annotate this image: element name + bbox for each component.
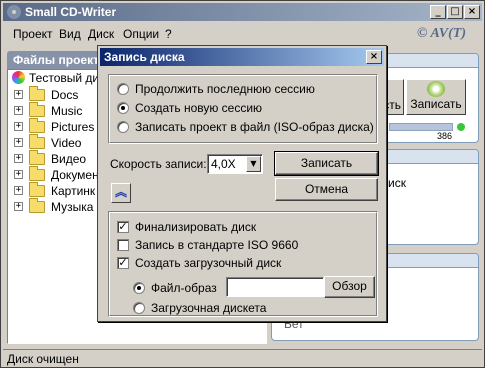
cd-disc-icon [12, 71, 25, 84]
expand-icon[interactable]: + [14, 154, 23, 163]
speed-select[interactable]: 4,0X ▼ [207, 154, 263, 174]
checkbox-icon[interactable]: ✓ [117, 221, 129, 233]
tree-item-label: Картинк [51, 184, 96, 198]
project-files-header: Файлы проект [7, 51, 107, 69]
cancel-button[interactable]: Отмена [275, 178, 378, 201]
radio-icon[interactable] [117, 83, 129, 95]
folder-icon [29, 134, 45, 149]
radio-label: Загрузочная дискета [151, 301, 267, 315]
status-dot-icon [457, 123, 465, 131]
folder-icon [29, 102, 45, 117]
dialog-close-button[interactable]: × [366, 50, 382, 64]
status-text: Диск очищен [7, 352, 79, 366]
dialog-title: Запись диска [104, 50, 185, 64]
folder-icon [29, 166, 45, 181]
radio-icon[interactable] [133, 302, 145, 314]
expand-icon[interactable]: + [14, 202, 23, 211]
options-group: ✓ Финализировать диск Запись в стандарте… [108, 211, 378, 317]
radio-label: Файл-образ [151, 281, 217, 295]
expand-icon[interactable]: + [14, 122, 23, 131]
checkbox-label: Финализировать диск [135, 220, 257, 234]
radio-label: Создать новую сессию [135, 101, 263, 115]
menu-view[interactable]: Вид [59, 27, 81, 41]
folder-icon [29, 86, 45, 101]
maximize-button[interactable]: □ [447, 5, 463, 19]
radio-label: Записать проект в файл (ISO-образ диска) [135, 120, 374, 134]
checkbox-icon[interactable] [117, 239, 129, 251]
tree-item-label: Видео [51, 152, 87, 166]
speed-label: Скорость записи: [110, 157, 207, 171]
tree-item-label: Video [51, 136, 82, 150]
expand-icon[interactable]: + [14, 138, 23, 147]
tree-item-label: Докумен [51, 168, 99, 182]
menu-bar: Проект Вид Диск Опции ? © AV(T) [3, 23, 482, 43]
tree-item-label: Docs [51, 88, 79, 102]
expand-icon[interactable]: + [14, 170, 23, 179]
chevron-up-icon[interactable]: ︽ [111, 183, 131, 203]
tree-item-label: Музыка [51, 200, 94, 214]
brand-label: © AV(T) [417, 26, 466, 41]
session-group: Продолжить последнюю сессию Создать нову… [108, 74, 378, 144]
browse-button[interactable]: Обзор [324, 276, 375, 298]
menu-help[interactable]: ? [165, 27, 172, 41]
image-path-input[interactable] [226, 277, 324, 297]
menu-options[interactable]: Опции [123, 27, 159, 41]
disk-info-text: иск [388, 176, 406, 190]
capacity-value: 386 [437, 131, 453, 141]
capacity-bar [389, 123, 453, 131]
checkbox-icon[interactable]: ✓ [117, 257, 129, 269]
close-button[interactable]: × [464, 5, 480, 19]
burn-button[interactable]: Записать [274, 151, 379, 176]
menu-project[interactable]: Проект [13, 27, 53, 41]
folder-icon [29, 182, 45, 197]
checkbox-label: Создать загрузочный диск [135, 256, 282, 270]
dialog-title-bar: Запись диска × [100, 48, 384, 66]
folder-icon [29, 150, 45, 165]
checkbox-label: Запись в стандарте ISO 9660 [135, 238, 299, 252]
tree-root[interactable]: Тестовый ди [12, 71, 99, 86]
app-cd-icon [7, 5, 21, 19]
expand-icon[interactable]: + [14, 186, 23, 195]
tree-item-label: Music [51, 104, 83, 118]
burn-dialog: Запись диска × Продолжить последнюю сесс… [97, 45, 387, 322]
minimize-button[interactable]: _ [430, 5, 446, 19]
speed-value: 4,0X [211, 157, 236, 171]
chevron-down-icon[interactable]: ▼ [246, 156, 261, 172]
radio-icon[interactable] [117, 121, 129, 133]
radio-label: Продолжить последнюю сессию [135, 82, 315, 96]
folder-icon [29, 198, 45, 213]
radio-icon[interactable] [117, 102, 129, 114]
tree-root-label: Тестовый ди [29, 71, 100, 85]
main-burn-button[interactable]: Записать [406, 79, 466, 115]
expand-icon[interactable]: + [14, 106, 23, 115]
main-burn-label: Записать [410, 97, 462, 111]
menu-disk[interactable]: Диск [88, 27, 114, 41]
tree-item-label: Pictures [51, 120, 95, 134]
app-title: Small CD-Writer [25, 5, 117, 19]
expand-icon[interactable]: + [14, 90, 23, 99]
title-bar: Small CD-Writer _ □ × [3, 3, 482, 21]
status-bar: Диск очищен [3, 349, 482, 366]
radio-icon[interactable] [133, 282, 145, 294]
burn-disc-icon [427, 81, 445, 97]
folder-icon [29, 118, 45, 133]
